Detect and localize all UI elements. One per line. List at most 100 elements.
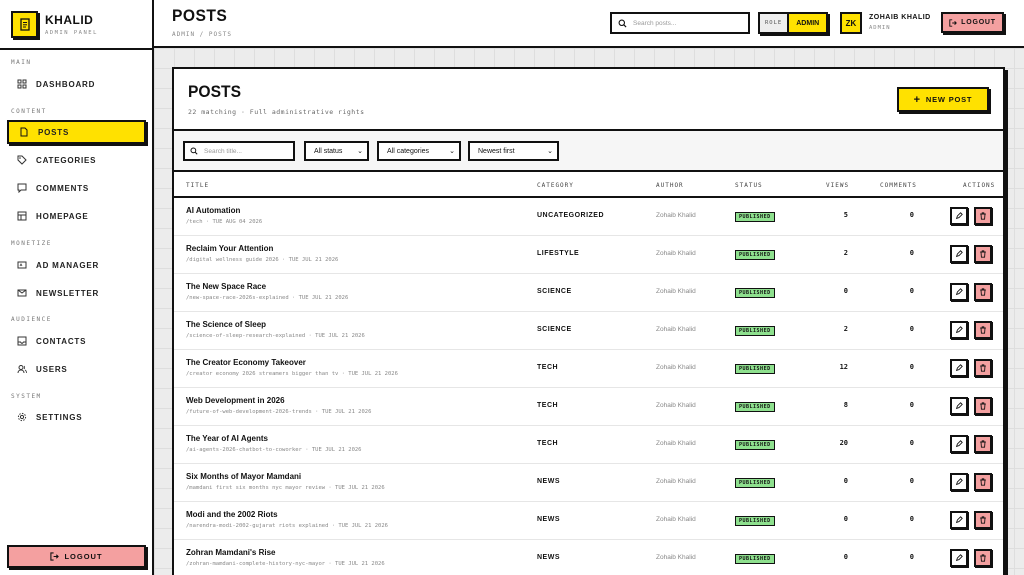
trash-icon (980, 326, 986, 334)
post-title[interactable]: AI Automation (186, 206, 240, 215)
sidebar-item-users[interactable]: USERS (7, 357, 146, 381)
avatar[interactable]: ZK (840, 12, 862, 34)
edit-button[interactable] (950, 245, 968, 263)
column-header-comments[interactable]: COMMENTS (880, 182, 917, 189)
column-header-views[interactable]: VIEWS (826, 182, 849, 189)
column-header-title[interactable]: TITLE (186, 182, 209, 189)
trash-icon (980, 288, 986, 296)
post-category: NEWS (537, 478, 560, 485)
role-value: ADMIN (789, 14, 827, 32)
post-title[interactable]: The Creator Economy Takeover (186, 358, 306, 367)
post-title[interactable]: The Science of Sleep (186, 320, 266, 329)
table-row[interactable]: Zohran Mamdani's Rise/zohran-mamdani-com… (174, 540, 1003, 575)
pencil-icon (955, 516, 963, 524)
post-slug: /ai-agents-2026-chatbot-to-coworker · TU… (186, 447, 362, 453)
edit-button[interactable] (950, 435, 968, 453)
edit-button[interactable] (950, 207, 968, 225)
table-row[interactable]: The Science of Sleep/science-of-sleep-re… (174, 312, 1003, 350)
role-badge: ROLE ADMIN (758, 12, 829, 34)
table-row[interactable]: Six Months of Mayor Mamdani/mamdani firs… (174, 464, 1003, 502)
post-author: Zohaib Khalid (656, 516, 696, 523)
post-title[interactable]: Six Months of Mayor Mamdani (186, 472, 301, 481)
delete-button[interactable] (974, 321, 992, 339)
table-row[interactable]: Reclaim Your Attention/digital wellness … (174, 236, 1003, 274)
edit-button[interactable] (950, 511, 968, 529)
edit-button[interactable] (950, 359, 968, 377)
sidebar-item-dashboard[interactable]: DASHBOARD (7, 72, 146, 96)
sidebar-item-categories[interactable]: CATEGORIES (7, 148, 146, 172)
sidebar-item-comments[interactable]: COMMENTS (7, 176, 146, 200)
card-header: POSTS 22 matching · Full administrative … (174, 69, 1003, 131)
post-title[interactable]: The Year of AI Agents (186, 434, 268, 443)
post-comments: 0 (909, 515, 914, 523)
post-comments: 0 (909, 477, 914, 485)
sidebar-logout-button[interactable]: LOGOUT (7, 545, 146, 568)
ad-icon (17, 261, 27, 269)
category-select[interactable]: All categories ⌄ (377, 141, 461, 161)
edit-button[interactable] (950, 473, 968, 491)
chevron-down-icon: ⌄ (449, 148, 455, 155)
status-badge: PUBLISHED (735, 212, 775, 222)
post-views: 0 (843, 477, 848, 485)
delete-button[interactable] (974, 435, 992, 453)
delete-button[interactable] (974, 245, 992, 263)
delete-button[interactable] (974, 207, 992, 225)
post-slug: /new-space-race-2026s-explained · TUE JU… (186, 295, 349, 301)
edit-button[interactable] (950, 549, 968, 567)
nav-section-content: CONTENT (11, 108, 47, 115)
table-row[interactable]: AI Automation/tech · TUE AUG 04 2026 UNCA… (174, 198, 1003, 236)
sidebar-item-newsletter[interactable]: NEWSLETTER (7, 281, 146, 305)
grid-icon (17, 79, 27, 89)
title-search-input[interactable]: Search title... (183, 141, 295, 161)
table-row[interactable]: Modi and the 2002 Riots/narendra-modi-20… (174, 502, 1003, 540)
status-badge: PUBLISHED (735, 554, 775, 564)
sidebar-item-label: POSTS (38, 127, 70, 137)
sidebar-item-label: COMMENTS (36, 183, 90, 193)
sidebar-item-posts[interactable]: POSTS (7, 120, 146, 144)
search-input[interactable]: Search posts... (610, 12, 750, 34)
column-header-category[interactable]: CATEGORY (537, 182, 574, 189)
post-slug: /creator economy 2026 streamers bigger t… (186, 371, 398, 377)
table-row[interactable]: Web Development in 2026/future-of-web-de… (174, 388, 1003, 426)
pencil-icon (955, 364, 963, 372)
pencil-icon (955, 402, 963, 410)
table-row[interactable]: The Year of AI Agents/ai-agents-2026-cha… (174, 426, 1003, 464)
sidebar-item-homepage[interactable]: HOMEPAGE (7, 204, 146, 228)
table-row[interactable]: The New Space Race/new-space-race-2026s-… (174, 274, 1003, 312)
post-slug: /mamdani first six months nyc mayor revi… (186, 485, 385, 491)
post-title[interactable]: The New Space Race (186, 282, 266, 291)
edit-button[interactable] (950, 283, 968, 301)
post-category: TECH (537, 402, 559, 409)
pencil-icon (955, 326, 963, 334)
trash-icon (980, 554, 986, 562)
post-title[interactable]: Web Development in 2026 (186, 396, 285, 405)
delete-button[interactable] (974, 549, 992, 567)
post-slug: /tech · TUE AUG 04 2026 (186, 219, 263, 225)
post-title[interactable]: Zohran Mamdani's Rise (186, 548, 275, 557)
delete-button[interactable] (974, 397, 992, 415)
delete-button[interactable] (974, 359, 992, 377)
document-icon (20, 127, 28, 137)
sidebar-item-ad-manager[interactable]: AD MANAGER (7, 253, 146, 277)
sidebar-item-contacts[interactable]: CONTACTS (7, 329, 146, 353)
post-views: 8 (843, 401, 848, 409)
status-select[interactable]: All status ⌄ (304, 141, 369, 161)
delete-button[interactable] (974, 511, 992, 529)
gear-icon (17, 412, 27, 422)
edit-button[interactable] (950, 321, 968, 339)
nav-section-audience: AUDIENCE (11, 316, 52, 323)
table-row[interactable]: The Creator Economy Takeover/creator eco… (174, 350, 1003, 388)
pencil-icon (955, 288, 963, 296)
sidebar-item-settings[interactable]: SETTINGS (7, 405, 146, 429)
delete-button[interactable] (974, 283, 992, 301)
column-header-status[interactable]: STATUS (735, 182, 763, 189)
header-logout-button[interactable]: LOGOUT (941, 12, 1004, 33)
new-post-button[interactable]: + NEW POST (897, 87, 989, 112)
column-header-author[interactable]: AUTHOR (656, 182, 684, 189)
status-badge: PUBLISHED (735, 364, 775, 374)
post-title[interactable]: Reclaim Your Attention (186, 244, 273, 253)
delete-button[interactable] (974, 473, 992, 491)
sort-select[interactable]: Newest first ⌄ (468, 141, 559, 161)
edit-button[interactable] (950, 397, 968, 415)
post-title[interactable]: Modi and the 2002 Riots (186, 510, 278, 519)
